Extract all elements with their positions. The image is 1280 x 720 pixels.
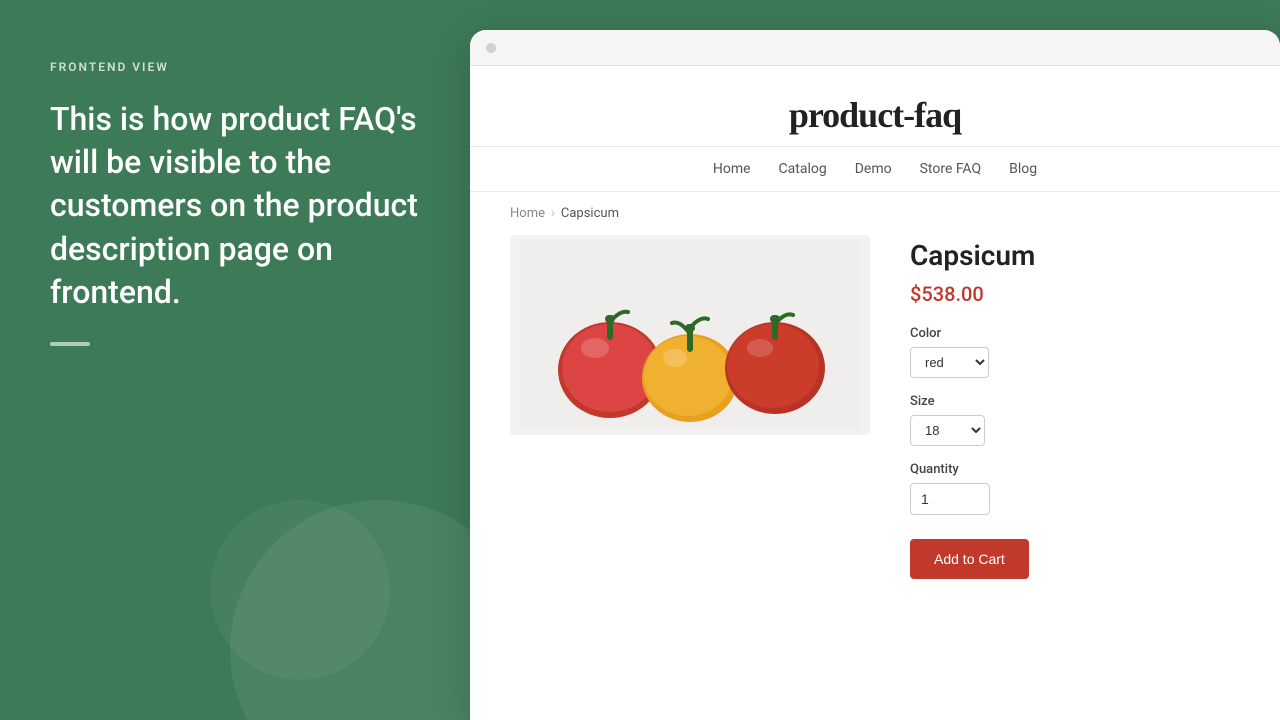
- browser-content: product-faq Home Catalog Demo Store FAQ …: [470, 66, 1280, 720]
- color-label: Color: [910, 326, 1240, 341]
- nav-home[interactable]: Home: [713, 161, 751, 177]
- product-image-svg: [520, 240, 860, 430]
- right-panel: product-faq Home Catalog Demo Store FAQ …: [470, 0, 1280, 720]
- nav-demo[interactable]: Demo: [855, 161, 892, 177]
- nav-blog[interactable]: Blog: [1009, 161, 1037, 177]
- nav-store-faq[interactable]: Store FAQ: [920, 161, 982, 177]
- left-panel: FRONTEND VIEW This is how product FAQ's …: [0, 0, 470, 720]
- add-to-cart-button[interactable]: Add to Cart: [910, 539, 1029, 579]
- size-label: Size: [910, 394, 1240, 409]
- nav-catalog[interactable]: Catalog: [779, 161, 827, 177]
- breadcrumb-home[interactable]: Home: [510, 206, 545, 221]
- store-title: product-faq: [490, 94, 1260, 136]
- browser-bar: [470, 30, 1280, 66]
- store-nav: Home Catalog Demo Store FAQ Blog: [470, 147, 1280, 192]
- product-price: $538.00: [910, 282, 1240, 306]
- main-description: This is how product FAQ's will be visibl…: [50, 98, 420, 314]
- product-image: [510, 235, 870, 435]
- store-header: product-faq: [470, 66, 1280, 147]
- divider-line: [50, 342, 90, 346]
- quantity-field-group: Quantity: [910, 462, 1240, 515]
- breadcrumb: Home › Capsicum: [470, 192, 1280, 235]
- quantity-label: Quantity: [910, 462, 1240, 477]
- color-select[interactable]: red: [910, 347, 989, 378]
- circle-decoration2: [210, 500, 390, 680]
- size-field-group: Size 18: [910, 394, 1240, 446]
- breadcrumb-current: Capsicum: [561, 206, 619, 221]
- product-section: Capsicum $538.00 Color red Size 18: [470, 235, 1280, 619]
- frontend-label: FRONTEND VIEW: [50, 60, 420, 74]
- product-details: Capsicum $538.00 Color red Size 18: [910, 235, 1240, 579]
- quantity-input[interactable]: [910, 483, 990, 515]
- product-name: Capsicum: [910, 239, 1240, 272]
- size-select[interactable]: 18: [910, 415, 985, 446]
- breadcrumb-separator: ›: [551, 206, 555, 221]
- browser-dot-1: [486, 43, 496, 53]
- color-field-group: Color red: [910, 326, 1240, 378]
- browser-window: product-faq Home Catalog Demo Store FAQ …: [470, 30, 1280, 720]
